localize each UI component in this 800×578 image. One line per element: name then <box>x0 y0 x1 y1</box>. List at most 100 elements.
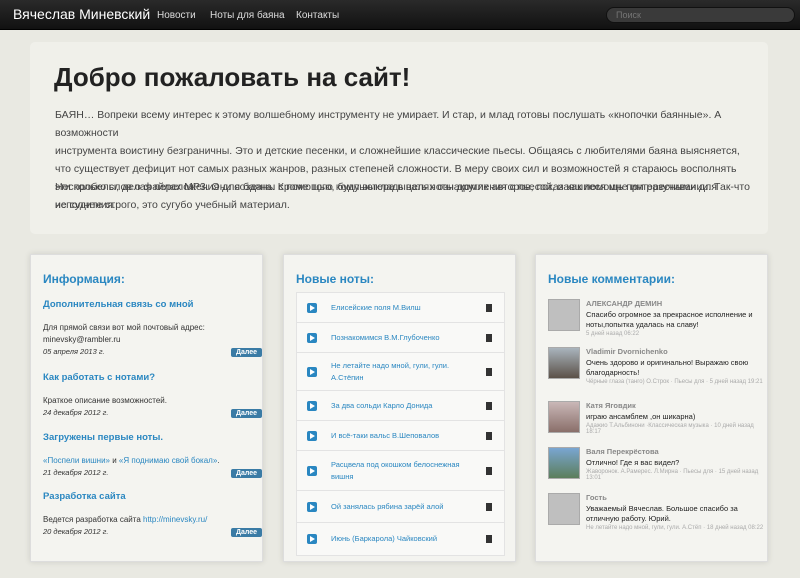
file-icon[interactable] <box>486 502 492 511</box>
comment-meta: Адажио Т.Альбинони ·Классическая музыка … <box>586 423 754 435</box>
info-panel-title: Информация: <box>43 272 125 286</box>
intro-line: БАЯН… Вопреки всему интерес к этому волш… <box>55 109 722 139</box>
play-icon[interactable] <box>307 302 317 313</box>
info-item-title[interactable]: Как работать с нотами? <box>43 372 253 383</box>
note-title[interactable]: Не летайте надо мной, гули, гули. А.Стёп… <box>331 360 471 384</box>
note-title[interactable]: За два сольди Карло Донида <box>331 400 471 412</box>
play-icon[interactable] <box>307 332 317 343</box>
avatar[interactable] <box>548 447 580 479</box>
info-item-text: Ведется разработка сайта http://minevsky… <box>43 514 253 526</box>
comment-text: Очень здорово и оригинально! Выражаю сво… <box>586 358 749 377</box>
note-row[interactable]: Познакомимся В.М.Глубоченко <box>297 323 504 353</box>
note-title[interactable]: Июнь (Баркарола) Чайковский <box>331 533 471 545</box>
comment-author[interactable]: Катя Яговдик <box>586 401 766 410</box>
search-input[interactable] <box>606 7 795 23</box>
file-icon[interactable] <box>486 466 492 475</box>
info-text-line: Для прямой связи вот мой почтовый адрес: <box>43 323 205 332</box>
file-icon[interactable] <box>486 333 492 342</box>
nav-sheet-music[interactable]: Ноты для баяна <box>210 10 285 21</box>
intro-line: инструмента воистину безграничны. Это и … <box>55 145 740 157</box>
comments-panel: Новые комментарии: АЛЕКСАНДР ДЕМИН Спаси… <box>535 254 768 562</box>
comment-text: Отлично! Где я вас видел? <box>586 458 680 467</box>
comment-meta: Чёрные глаза (танго) О.Строк · Пьесы для… <box>586 379 763 385</box>
avatar[interactable] <box>548 401 580 433</box>
comment-text: Спасибо огромное за прекрасное исполнени… <box>586 310 753 329</box>
info-item-date: 21 декабря 2012 г. <box>43 468 109 477</box>
mp3-line: Несколько слов о файлах MP3. Они созданы… <box>55 181 750 193</box>
info-link[interactable]: «Поспели вишни» <box>43 456 110 465</box>
comment-author[interactable]: Vladimir Dvornichenko <box>586 347 766 356</box>
mp3-line: не судите строго, это сугубо учебный мат… <box>55 199 290 211</box>
email-address: minevsky@rambler.ru <box>43 335 121 344</box>
comment-author[interactable]: Валя Перекрёстова <box>586 447 766 456</box>
info-text-join: и <box>110 456 119 465</box>
info-item-date: 24 декабря 2012 г. <box>43 408 109 417</box>
nav-news[interactable]: Новости <box>157 10 196 21</box>
comment-text: Уважаемый Вячеслав. Большое спасибо за о… <box>586 504 738 523</box>
note-row[interactable]: За два сольди Карло Донида <box>297 391 504 421</box>
page-title: Добро пожаловать на сайт! <box>54 62 411 92</box>
mp3-paragraph: Несколько слов о файлах MP3. Они созданы… <box>55 178 755 214</box>
more-button[interactable]: Далее <box>230 528 262 537</box>
more-button[interactable]: Далее <box>230 469 262 478</box>
info-item: Разработка сайта Ведется разработка сайт… <box>43 491 262 537</box>
comment-meta: 5 дней назад 06:22 <box>586 331 640 337</box>
play-icon[interactable] <box>307 366 317 377</box>
play-icon[interactable] <box>307 501 317 512</box>
info-item-title[interactable]: Разработка сайта <box>43 491 253 502</box>
play-icon[interactable] <box>307 400 317 411</box>
note-row[interactable]: Не летайте надо мной, гули, гули. А.Стёп… <box>297 353 504 391</box>
navbar: Вячеслав Миневский Новости Ноты для баян… <box>0 0 800 30</box>
note-row[interactable]: Расцвела под окошком белоснежная вишня <box>297 451 504 491</box>
file-icon[interactable] <box>486 367 492 376</box>
comments-panel-title: Новые комментарии: <box>548 272 675 286</box>
note-row[interactable]: Июнь (Баркарола) Чайковский <box>297 523 504 555</box>
site-brand[interactable]: Вячеслав Миневский <box>13 6 150 22</box>
info-panel: Информация: Дополнительная связь со мной… <box>30 254 263 562</box>
notes-panel: Новые ноты: Елисейские поля М.Вилш Позна… <box>283 254 516 562</box>
comment-author[interactable]: Гость <box>586 493 766 502</box>
info-item-date: 05 апреля 2013 г. <box>43 347 105 356</box>
info-item-text: Краткое описание возможностей. <box>43 396 167 405</box>
note-row[interactable]: И всё-таки вальс В.Шеповалов <box>297 421 504 451</box>
note-title[interactable]: Расцвела под окошком белоснежная вишня <box>331 459 471 483</box>
more-button[interactable]: Далее <box>230 409 262 418</box>
avatar[interactable] <box>548 299 580 331</box>
info-text-end: . <box>217 456 220 465</box>
file-icon[interactable] <box>486 535 492 543</box>
comment-text: играю ансамблем ,он шикарна) <box>586 412 696 421</box>
notes-panel-title: Новые ноты: <box>296 272 375 286</box>
site-link[interactable]: http://minevsky.ru/ <box>143 515 207 524</box>
more-button[interactable]: Далее <box>230 348 262 357</box>
comment-author[interactable]: АЛЕКСАНДР ДЕМИН <box>586 299 766 308</box>
play-icon[interactable] <box>307 465 317 476</box>
avatar[interactable] <box>548 347 580 379</box>
note-row[interactable]: Елисейские поля М.Вилш <box>297 293 504 323</box>
note-title[interactable]: Ой занялась рябина зарёй алой <box>331 501 471 513</box>
info-item-text: «Поспели вишни» и «Я поднимаю свой бокал… <box>43 455 253 467</box>
nav-contacts[interactable]: Контакты <box>296 10 339 21</box>
file-icon[interactable] <box>486 303 492 312</box>
play-icon[interactable] <box>307 430 317 441</box>
note-row[interactable]: Ой занялась рябина зарёй алой <box>297 491 504 523</box>
info-item-title[interactable]: Дополнительная связь со мной <box>43 299 253 310</box>
info-link[interactable]: «Я поднимаю свой бокал» <box>119 456 217 465</box>
info-item-text: Для прямой связи вот мой почтовый адрес:… <box>43 322 253 346</box>
comment-meta: Не летайте надо мной, гули, гули. А.Стёп… <box>586 525 764 531</box>
note-title[interactable]: Познакомимся В.М.Глубоченко <box>331 332 471 344</box>
intro-line: что существует дефицит нот самых разных … <box>55 163 737 175</box>
comment-meta: Жаворонок. А.Рамерес. Л.Мирна · Пьесы дл… <box>586 469 759 481</box>
note-title[interactable]: Елисейские поля М.Вилш <box>331 302 471 314</box>
file-icon[interactable] <box>486 431 492 440</box>
info-item-date: 20 декабря 2012 г. <box>43 527 109 536</box>
info-text-line: Ведется разработка сайта <box>43 515 143 524</box>
hero-unit: Добро пожаловать на сайт! БАЯН… Вопреки … <box>30 42 768 234</box>
info-item-title[interactable]: Загружены первые ноты. <box>43 432 253 443</box>
note-title[interactable]: И всё-таки вальс В.Шеповалов <box>331 430 471 442</box>
info-item: Дополнительная связь со мной Для прямой … <box>43 299 262 357</box>
play-icon[interactable] <box>307 534 317 544</box>
file-icon[interactable] <box>486 401 492 410</box>
info-item: Загружены первые ноты. «Поспели вишни» и… <box>43 432 262 478</box>
notes-list: Елисейские поля М.Вилш Познакомимся В.М.… <box>296 292 505 556</box>
avatar[interactable] <box>548 493 580 525</box>
